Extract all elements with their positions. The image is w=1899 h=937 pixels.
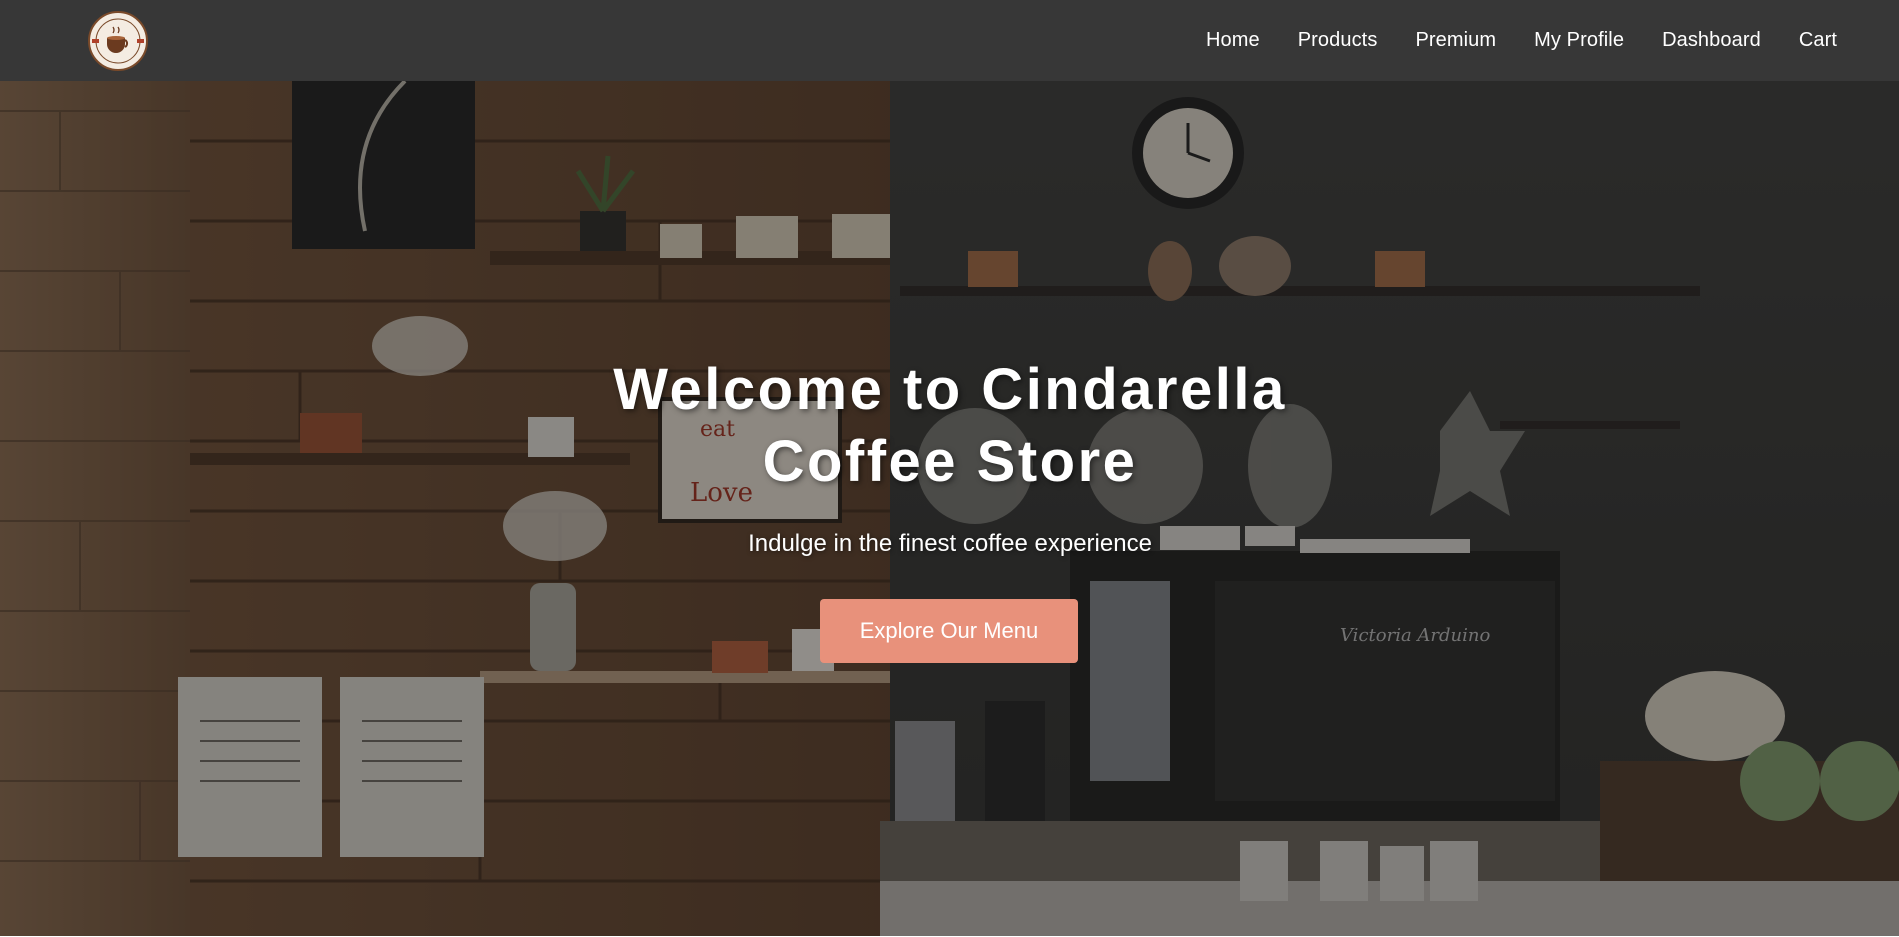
logo-link[interactable] — [88, 10, 148, 71]
nav-my-profile[interactable]: My Profile — [1534, 29, 1624, 52]
nav-home[interactable]: Home — [1206, 29, 1260, 52]
nav-cart[interactable]: Cart — [1799, 29, 1837, 52]
hero-title-line2: Coffee Store — [762, 429, 1138, 494]
hero-title: Welcome to Cindarella Coffee Store — [560, 354, 1340, 498]
hero-content: Welcome to Cindarella Coffee Store Indul… — [0, 81, 1899, 936]
nav-dashboard[interactable]: Dashboard — [1662, 29, 1761, 52]
hero-section: eat Love Victoria Arduino Welcome to Cin… — [0, 81, 1899, 936]
nav-products[interactable]: Products — [1298, 29, 1378, 52]
nav-premium[interactable]: Premium — [1415, 29, 1496, 52]
hero-subtitle: Indulge in the finest coffee experience — [748, 530, 1152, 557]
navbar: Home Products Premium My Profile Dashboa… — [0, 0, 1899, 81]
coffee-cup-logo-icon — [88, 10, 148, 71]
main-nav: Home Products Premium My Profile Dashboa… — [1168, 29, 1837, 52]
hero-title-line1: Welcome to Cindarella — [613, 357, 1287, 422]
explore-menu-button[interactable]: Explore Our Menu — [820, 599, 1078, 663]
